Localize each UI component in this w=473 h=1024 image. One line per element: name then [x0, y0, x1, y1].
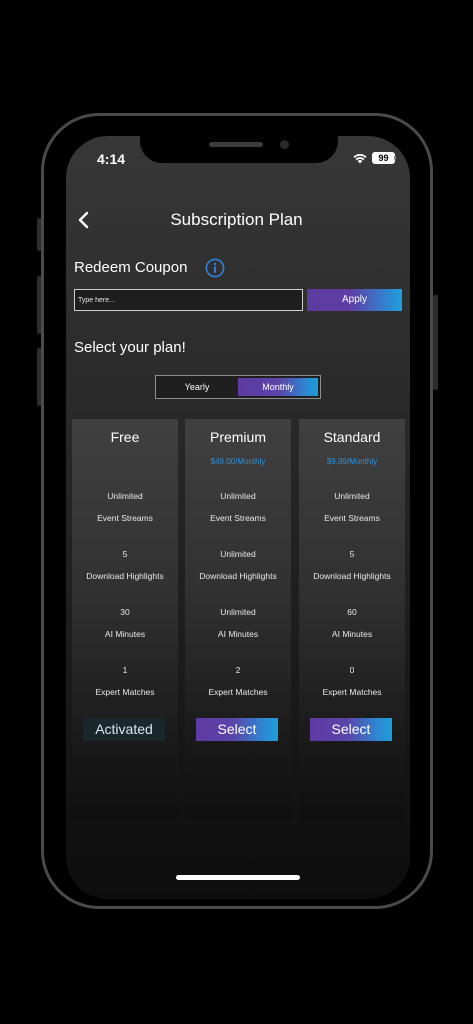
- feature-value: 5: [349, 549, 355, 559]
- feature-label: Expert Matches: [95, 687, 155, 697]
- feature-value: Unlimited: [220, 491, 256, 501]
- tab-yearly[interactable]: Yearly: [157, 378, 237, 396]
- coupon-input[interactable]: [74, 289, 303, 311]
- info-circle-icon[interactable]: [205, 258, 225, 278]
- redeem-coupon-label: Redeem Coupon: [74, 259, 188, 276]
- front-camera: [280, 140, 289, 149]
- feature-value: 30: [120, 607, 130, 617]
- select-standard-button[interactable]: Select: [310, 718, 392, 741]
- home-indicator[interactable]: [176, 875, 300, 880]
- plan-name: Free: [110, 429, 140, 445]
- wifi-icon: [353, 154, 367, 164]
- feature-label: Download Highlights: [199, 571, 277, 581]
- feature-label: Download Highlights: [86, 571, 164, 581]
- app-screen: 4:14 99 Subscription Plan Redeem Coupon …: [66, 136, 410, 899]
- billing-period-toggle: Yearly Monthly: [155, 375, 321, 399]
- select-plan-label: Select your plan!: [74, 339, 186, 356]
- earpiece-speaker: [209, 142, 263, 147]
- plan-card-premium: Premium $49.00/Monthly Unlimited Event S…: [185, 419, 291, 819]
- feature-label: Event Streams: [324, 513, 380, 523]
- page-title: Subscription Plan: [170, 210, 303, 229]
- status-time: 4:14: [97, 151, 126, 167]
- feature-label: AI Minutes: [331, 629, 373, 639]
- feature-value: Unlimited: [220, 607, 256, 617]
- select-premium-button[interactable]: Select: [196, 718, 278, 741]
- feature-label: Download Highlights: [313, 571, 391, 581]
- feature-label: Expert Matches: [208, 687, 268, 697]
- plan-card-standard: Standard $9.99/Monthly Unlimited Event S…: [299, 419, 405, 819]
- plan-name: Standard: [323, 429, 381, 445]
- tab-monthly[interactable]: Monthly: [238, 378, 318, 396]
- feature-value: Unlimited: [107, 491, 143, 501]
- battery-icon: 99: [372, 152, 395, 164]
- feature-value: 60: [347, 607, 357, 617]
- activated-button: Activated: [83, 718, 165, 741]
- feature-label: Expert Matches: [322, 687, 382, 697]
- apply-coupon-button[interactable]: Apply: [307, 289, 402, 311]
- feature-label: AI Minutes: [217, 629, 259, 639]
- power-button: [433, 295, 438, 390]
- plan-name: Premium: [209, 429, 266, 445]
- feature-value: Unlimited: [334, 491, 370, 501]
- device-stage: 4:14 99 Subscription Plan Redeem Coupon …: [0, 0, 473, 1024]
- feature-label: AI Minutes: [104, 629, 146, 639]
- plan-price: $9.99/Monthly: [326, 457, 378, 466]
- feature-value: 5: [122, 549, 128, 559]
- feature-value: Unlimited: [220, 549, 256, 559]
- feature-value: 0: [349, 665, 355, 675]
- feature-label: Event Streams: [210, 513, 266, 523]
- plan-card-free: Free Unlimited Event Streams 5 Download …: [72, 419, 178, 819]
- plan-price: $49.00/Monthly: [210, 457, 266, 466]
- feature-label: Event Streams: [97, 513, 153, 523]
- feature-value: 1: [122, 665, 128, 675]
- feature-value: 2: [235, 665, 241, 675]
- notch: [140, 136, 338, 163]
- battery-tip: [394, 156, 396, 160]
